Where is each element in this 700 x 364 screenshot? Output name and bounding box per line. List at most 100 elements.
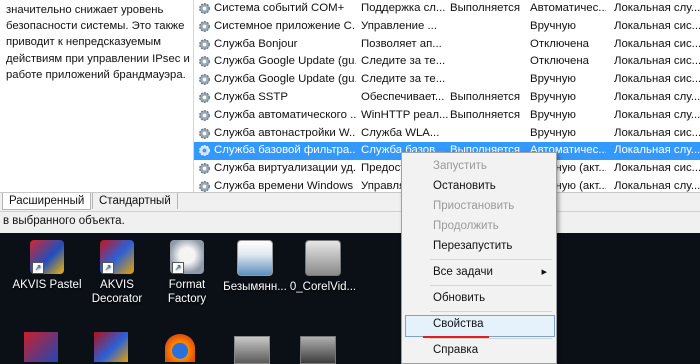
tab-extended[interactable]: Расширенный [2, 193, 92, 210]
menu-item-restart[interactable]: Перезапустить [405, 237, 553, 257]
context-menu: Запустить Остановить Приостановить Продо… [401, 152, 557, 364]
service-logon: Локальная сис... [614, 126, 700, 139]
menu-separator [430, 338, 552, 339]
shortcut-arrow-icon: ↗ [172, 262, 184, 274]
menu-item-resume[interactable]: Продолжить [405, 217, 553, 237]
desktop-icon-label: Format [168, 279, 206, 291]
desktop-icon-label: AKVIS [100, 279, 134, 291]
view-tabs: Расширенный Стандартный [0, 192, 700, 211]
gear-icon [199, 163, 210, 175]
video-file-icon [305, 240, 341, 276]
services-window: значительно снижает уровень безопасности… [0, 0, 700, 233]
description-line: действиям при управлении IPsec и [6, 52, 190, 65]
gear-icon [199, 127, 210, 139]
firefox-icon[interactable] [165, 334, 195, 362]
menu-item-all-tasks[interactable]: Все задачи ▸ [405, 263, 553, 283]
service-startup: Вручную [530, 126, 576, 139]
service-row[interactable]: Служба автоматического ... WinHTTP реал.… [194, 107, 700, 125]
service-startup: Отключена [530, 55, 590, 68]
description-line: работе приложений брандмауэра. [6, 68, 186, 81]
desktop-icon-corel-video[interactable]: 0_CorelVid... [288, 240, 358, 294]
service-desc: Следите за те... [361, 55, 446, 68]
service-row[interactable]: Система событий COM+ Поддержка сл... Вып… [194, 0, 700, 18]
desktop-app-icon[interactable] [24, 332, 58, 362]
service-row[interactable]: Служба SSTP Обеспечивает... Выполняется … [194, 89, 700, 107]
menu-item-pause[interactable]: Приостановить [405, 197, 553, 217]
service-name: Служба SSTP [214, 91, 288, 103]
service-name: Служба Google Update (gu... [214, 55, 356, 68]
service-startup: Вручную [530, 91, 576, 103]
desktop-file-icon[interactable] [234, 336, 270, 364]
service-logon: Локальная сис... [614, 19, 700, 32]
service-row[interactable]: Служба Bonjour Позволяет ап... Отключена… [194, 36, 700, 54]
description-line: приводит к непредсказуемым [6, 36, 161, 49]
gear-icon [199, 92, 210, 103]
gear-icon [199, 181, 210, 192]
service-logon: Локальная сис... [614, 37, 700, 50]
menu-item-start[interactable]: Запустить [405, 157, 553, 177]
gear-icon [199, 38, 210, 50]
service-startup: Отключена [530, 37, 590, 50]
service-startup: Вручную [530, 108, 576, 121]
description-line: безопасности системы. Это также [6, 20, 185, 33]
gear-icon [199, 3, 210, 14]
service-name: Системное приложение С... [214, 19, 356, 32]
service-status: Выполняется [450, 2, 521, 14]
desktop-icon-label: 0_CorelVid... [289, 281, 357, 293]
service-name: Служба автонастройки W... [214, 126, 356, 139]
shortcut-arrow-icon: ↗ [102, 262, 114, 274]
service-startup: Вручную [530, 73, 576, 86]
menu-item-refresh[interactable]: Обновить [405, 289, 553, 309]
service-desc: Служба WLA... [361, 126, 440, 139]
service-row[interactable]: Служба Google Update (gu... Следите за т… [194, 71, 700, 89]
service-row[interactable]: Служба автонастройки W... Служба WLA... … [194, 125, 700, 143]
annotation-underline [423, 336, 489, 338]
gear-icon [199, 109, 210, 121]
service-row[interactable]: Служба Google Update (gu... Следите за т… [194, 53, 700, 71]
service-name: Служба базовой фильтра... [214, 144, 356, 157]
menu-item-help[interactable]: Справка [405, 341, 553, 361]
service-startup: Вручную [530, 19, 576, 32]
service-startup: Автоматичес... [530, 2, 606, 14]
service-name: Служба Bonjour [214, 37, 298, 50]
status-bar: в выбранного объекта. [0, 211, 700, 233]
service-logon: Локальная слу... [614, 144, 700, 157]
tab-standard[interactable]: Стандартный [92, 193, 178, 209]
service-name: Служба автоматического ... [214, 108, 356, 121]
gear-icon [199, 56, 210, 68]
shortcut-arrow-icon: ↗ [32, 262, 44, 274]
menu-item-stop[interactable]: Остановить [405, 177, 553, 197]
menu-separator [430, 285, 552, 286]
desktop-file-icon[interactable] [300, 336, 336, 364]
submenu-arrow-icon: ▸ [541, 266, 547, 278]
desktop-icon-image-file[interactable]: Безымянн... [220, 240, 290, 294]
service-name: Служба Google Update (gu... [214, 73, 356, 86]
desktop-app-icon[interactable] [94, 332, 128, 362]
menu-separator [430, 311, 552, 312]
akvis-decorator-icon: ↗ [100, 240, 134, 274]
service-desc: WinHTTP реал... [361, 108, 449, 121]
service-row[interactable]: Системное приложение С... Управление ...… [194, 18, 700, 36]
desktop-icon-format-factory[interactable]: ↗ Format Factory [152, 240, 222, 306]
desktop-icon-label: Безымянн... [223, 281, 287, 293]
service-name: Служба времени Windows [214, 180, 354, 192]
status-text: в выбранного объекта. [3, 215, 125, 227]
service-logon: Локальная сис... [614, 162, 700, 175]
format-factory-icon: ↗ [170, 240, 204, 274]
service-status: Выполняется [450, 108, 521, 121]
description-line: значительно снижает уровень [6, 4, 164, 16]
service-desc: Позволяет ап... [361, 37, 442, 50]
menu-item-properties[interactable]: Свойства [405, 315, 555, 337]
desktop-icon-akvis-pastel[interactable]: ↗ AKVIS Pastel [12, 240, 82, 292]
gear-icon [199, 20, 210, 32]
image-file-icon [237, 240, 273, 276]
service-logon: Локальная слу... [614, 108, 700, 121]
service-logon: Локальная слу... [614, 91, 700, 103]
desktop-icon-label: Factory [167, 293, 207, 305]
service-name: Служба виртуализации уд... [214, 162, 356, 175]
desktop-icon-akvis-decorator[interactable]: ↗ AKVIS Decorator [82, 240, 152, 306]
desktop-icon-label: AKVIS Pastel [12, 279, 82, 291]
gear-icon [199, 74, 210, 86]
menu-separator [430, 259, 552, 260]
service-logon: Локальная слу... [614, 2, 700, 14]
